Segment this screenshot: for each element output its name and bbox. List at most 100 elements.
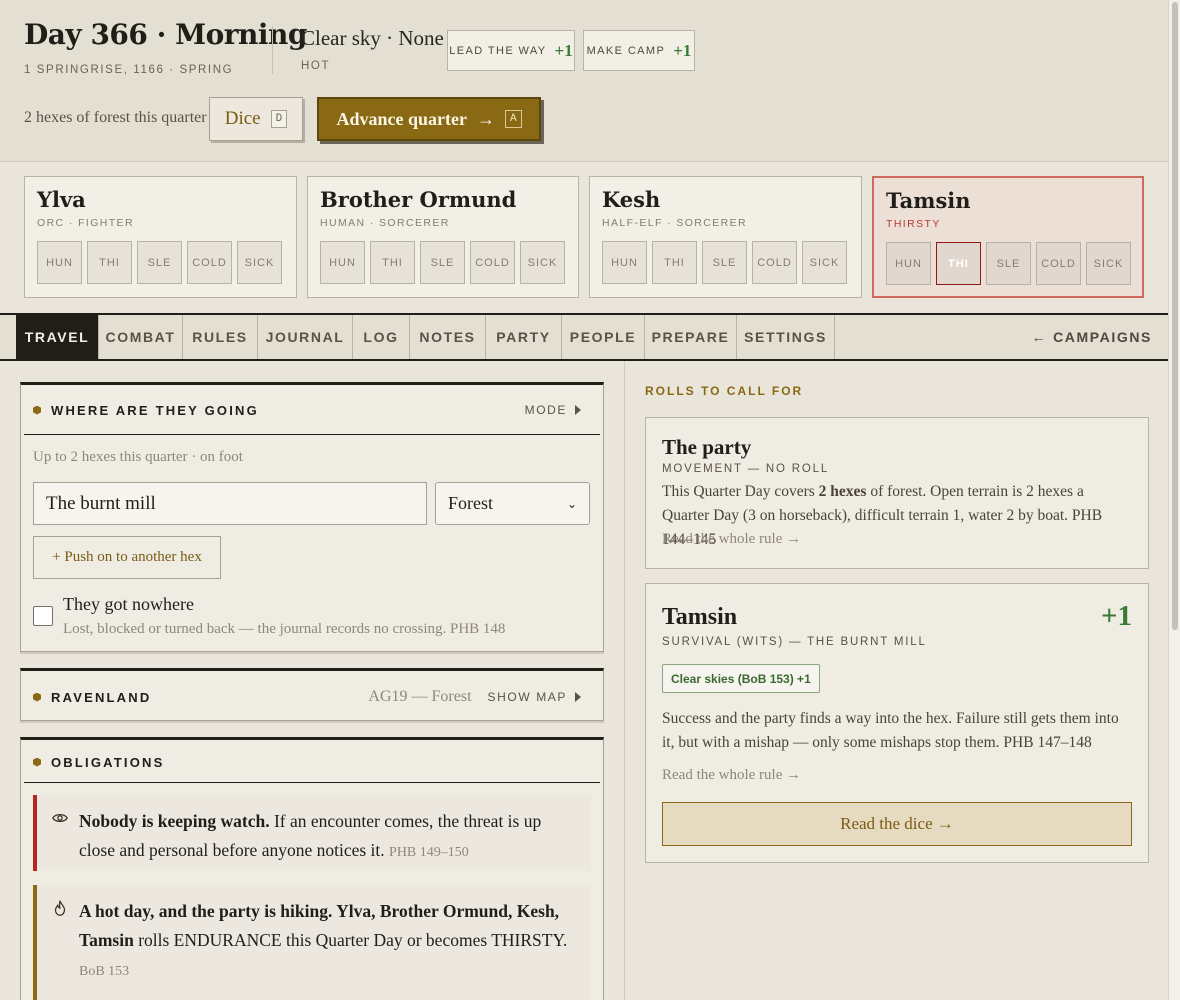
tab-rules[interactable]: RULES — [183, 315, 258, 359]
character-meta: HUMAN · SORCERER — [320, 217, 450, 229]
tab-notes[interactable]: NOTES — [410, 315, 486, 359]
tab-combat[interactable]: COMBAT — [99, 315, 183, 359]
obligations-header: OBLIGATIONS — [33, 742, 599, 782]
condition-sick[interactable]: SICK — [520, 241, 565, 284]
day-date: 1 SPRINGRISE, 1166 · SPRING — [24, 64, 234, 76]
condition-hungry[interactable]: HUN — [886, 242, 931, 285]
tab-prepare[interactable]: PREPARE — [645, 315, 737, 359]
condition-thirsty-active[interactable]: THI — [936, 242, 981, 285]
temperature: HOT — [301, 60, 331, 72]
back-to-campaigns-link[interactable]: ← CAMPAIGNS — [1031, 315, 1152, 359]
obligation-text: A hot day, and the party is hiking. Ylva… — [79, 897, 575, 986]
day-title: Day 366 · Morning — [24, 18, 307, 51]
condition-thirsty[interactable]: THI — [87, 241, 132, 284]
obligation-lead: Nobody is keeping watch. — [79, 811, 270, 831]
roll-description-pre: This Quarter Day covers — [662, 483, 819, 500]
read-rule-link[interactable]: Read the whole rule → — [662, 767, 801, 784]
push-on-button[interactable]: + Push on to another hex — [33, 536, 221, 579]
terrain-value: Forest — [448, 493, 493, 513]
condition-sick[interactable]: SICK — [1086, 242, 1131, 285]
condition-hungry[interactable]: HUN — [602, 241, 647, 284]
lead-the-way-button[interactable]: LEAD THE WAY +1 — [447, 30, 575, 71]
got-nowhere-label: They got nowhere — [63, 594, 194, 614]
modifier-chip: Clear skies (BoB 153) +1 — [662, 664, 820, 693]
party-card-brother-ormund: Brother Ormund HUMAN · SORCERER HUN THI … — [307, 176, 579, 298]
condition-thirsty[interactable]: THI — [370, 241, 415, 284]
tab-travel[interactable]: TRAVEL — [16, 315, 99, 359]
condition-cold[interactable]: COLD — [1036, 242, 1081, 285]
mode-label: MODE — [524, 403, 567, 417]
where-panel: WHERE ARE THEY GOING MODE Up to 2 hexes … — [20, 382, 604, 652]
make-camp-button[interactable]: MAKE CAMP +1 — [583, 30, 695, 71]
party-card-tamsin: Tamsin THIRSTY HUN THI SLE COLD SICK — [872, 176, 1144, 298]
roll-card-party: The party MOVEMENT — NO ROLL This Quarte… — [645, 417, 1149, 569]
condition-sick[interactable]: SICK — [237, 241, 282, 284]
weather: Clear sky · None — [301, 26, 444, 50]
character-name: Tamsin — [886, 188, 971, 213]
condition-hungry[interactable]: HUN — [320, 241, 365, 284]
condition-sick[interactable]: SICK — [802, 241, 847, 284]
advance-shortcut: A — [504, 110, 522, 128]
caret-right-icon — [575, 405, 581, 415]
tab-settings[interactable]: SETTINGS — [737, 315, 835, 359]
chevron-down-icon: ⌄ — [566, 496, 577, 511]
roll-kind: MOVEMENT — NO ROLL — [662, 463, 830, 475]
region-panel: RAVENLAND AG19 — Forest SHOW MAP — [20, 668, 604, 721]
region-header: RAVENLAND AG19 — Forest SHOW MAP — [33, 677, 599, 717]
hex-code: AG19 — Forest — [368, 688, 472, 705]
tab-party[interactable]: PARTY — [486, 315, 562, 359]
rolls-title: ROLLS TO CALL FOR — [645, 384, 804, 398]
read-rule-link[interactable]: Read the whole rule → — [662, 531, 801, 548]
party-card-ylva: Ylva ORC · FIGHTER HUN THI SLE COLD SICK — [24, 176, 297, 298]
condition-hungry[interactable]: HUN — [37, 241, 82, 284]
header-divider — [272, 26, 273, 74]
character-status: THIRSTY — [886, 218, 941, 230]
got-nowhere-hint: Lost, blocked or turned back — the journ… — [63, 621, 506, 637]
tab-people[interactable]: PEOPLE — [562, 315, 645, 359]
condition-sleepy[interactable]: SLE — [702, 241, 747, 284]
tab-journal[interactable]: JOURNAL — [258, 315, 353, 359]
main-content: WHERE ARE THEY GOING MODE Up to 2 hexes … — [0, 361, 1168, 1000]
where-subtitle: Up to 2 hexes this quarter · on foot — [33, 449, 243, 465]
read-the-dice-button[interactable]: Read the dice → — [662, 802, 1132, 846]
tab-log[interactable]: LOG — [353, 315, 410, 359]
tab-bar: TRAVEL COMBAT RULES JOURNAL LOG NOTES PA… — [0, 313, 1168, 361]
roll-name: Tamsin — [662, 604, 738, 630]
page-scrollbar[interactable] — [1168, 0, 1180, 1000]
condition-sleepy[interactable]: SLE — [986, 242, 1031, 285]
obligation-watch: Nobody is keeping watch. If an encounter… — [33, 795, 591, 871]
lead-the-way-bonus: +1 — [554, 40, 573, 60]
hex-bullet-icon — [33, 692, 41, 702]
party-card-kesh: Kesh HALF-ELF · SORCERER HUN THI SLE COL… — [589, 176, 862, 298]
condition-thirsty[interactable]: THI — [652, 241, 697, 284]
hex-bullet-icon — [33, 757, 41, 767]
condition-cold[interactable]: COLD — [752, 241, 797, 284]
roll-name: The party — [662, 435, 752, 459]
character-meta: ORC · FIGHTER — [37, 217, 134, 229]
roll-card-tamsin: Tamsin +1 SURVIVAL (WITS) — THE BURNT MI… — [645, 583, 1149, 863]
region-title: RAVENLAND — [51, 689, 152, 705]
where-header: WHERE ARE THEY GOING MODE — [33, 390, 599, 430]
advance-label: Advance quarter — [336, 108, 467, 129]
rolls-column: ROLLS TO CALL FOR The party MOVEMENT — N… — [624, 361, 1168, 1000]
forest-note: 2 hexes of forest this quarter — [24, 109, 207, 126]
show-map-toggle[interactable]: AG19 — Forest SHOW MAP — [368, 688, 599, 706]
eye-icon — [52, 813, 68, 823]
obligation-ref: BoB 153 — [79, 964, 130, 979]
obligation-text: Nobody is keeping watch. If an encounter… — [79, 807, 575, 867]
advance-quarter-button[interactable]: Advance quarter → A — [317, 97, 541, 141]
terrain-select[interactable]: Forest ⌄ — [435, 482, 590, 525]
scrollbar-thumb[interactable] — [1172, 2, 1178, 630]
condition-cold[interactable]: COLD — [187, 241, 232, 284]
destination-input[interactable]: The burnt mill — [33, 482, 427, 525]
condition-sleepy[interactable]: SLE — [137, 241, 182, 284]
mode-toggle[interactable]: MODE — [525, 403, 599, 417]
dice-button[interactable]: Dice D — [209, 97, 303, 141]
condition-list: HUN THI SLE COLD SICK — [37, 241, 282, 284]
condition-sleepy[interactable]: SLE — [420, 241, 465, 284]
make-camp-bonus: +1 — [673, 40, 692, 60]
condition-cold[interactable]: COLD — [470, 241, 515, 284]
obligation-ref: PHB 149–150 — [389, 845, 469, 860]
got-nowhere-checkbox[interactable] — [33, 606, 53, 626]
roll-description: Success and the party finds a way into t… — [662, 710, 1119, 751]
